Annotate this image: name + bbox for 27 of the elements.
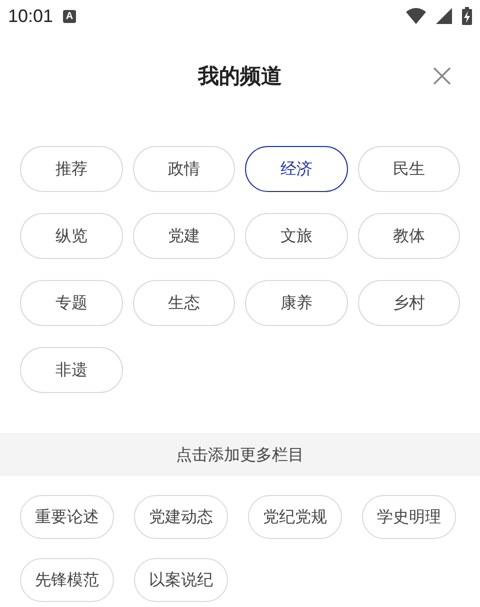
channel-chip[interactable]: 推荐 — [20, 146, 122, 192]
wifi-icon — [406, 8, 426, 24]
channel-chip[interactable]: 党建 — [132, 213, 235, 259]
notification-icon: A — [63, 10, 76, 22]
channel-chip[interactable]: 党纪党规 — [248, 495, 342, 539]
channel-chip[interactable]: 乡村 — [358, 280, 460, 326]
page-title: 我的频道 — [198, 62, 282, 90]
status-time: 10:01 — [8, 4, 54, 28]
channel-chip[interactable]: 党建动态 — [134, 495, 228, 539]
battery-icon — [462, 7, 472, 25]
channel-chip[interactable]: 纵览 — [20, 213, 122, 259]
channel-chip[interactable]: 文旅 — [245, 213, 348, 259]
channel-chip[interactable]: 先锋模范 — [20, 558, 114, 602]
channel-chip[interactable]: 重要论述 — [20, 495, 114, 539]
channel-chip[interactable]: 政情 — [132, 146, 235, 192]
channel-chip[interactable]: 生态 — [132, 280, 235, 326]
channel-chip[interactable]: 学史明理 — [362, 495, 456, 539]
channel-chip[interactable]: 经济 — [245, 146, 348, 192]
channel-chip[interactable]: 教体 — [358, 213, 460, 259]
channel-chip[interactable]: 康养 — [245, 280, 348, 326]
section-header: 点击添加更多栏目 — [0, 433, 480, 476]
channel-chip[interactable]: 非遗 — [20, 347, 122, 393]
channel-chip[interactable]: 民生 — [358, 146, 460, 192]
channel-chip[interactable]: 专题 — [20, 280, 122, 326]
close-button[interactable] — [432, 66, 452, 86]
signal-icon — [436, 8, 452, 24]
channel-chip[interactable]: 以案说纪 — [134, 558, 228, 602]
